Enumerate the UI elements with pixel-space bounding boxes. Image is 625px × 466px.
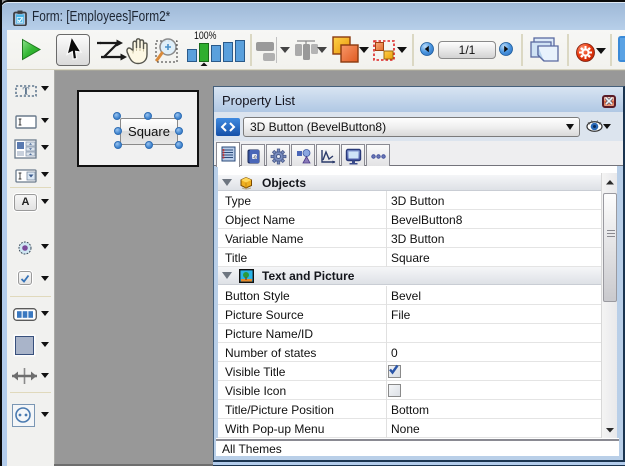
svg-text:T: T	[23, 87, 30, 98]
svg-text:-0: -0	[252, 155, 256, 160]
